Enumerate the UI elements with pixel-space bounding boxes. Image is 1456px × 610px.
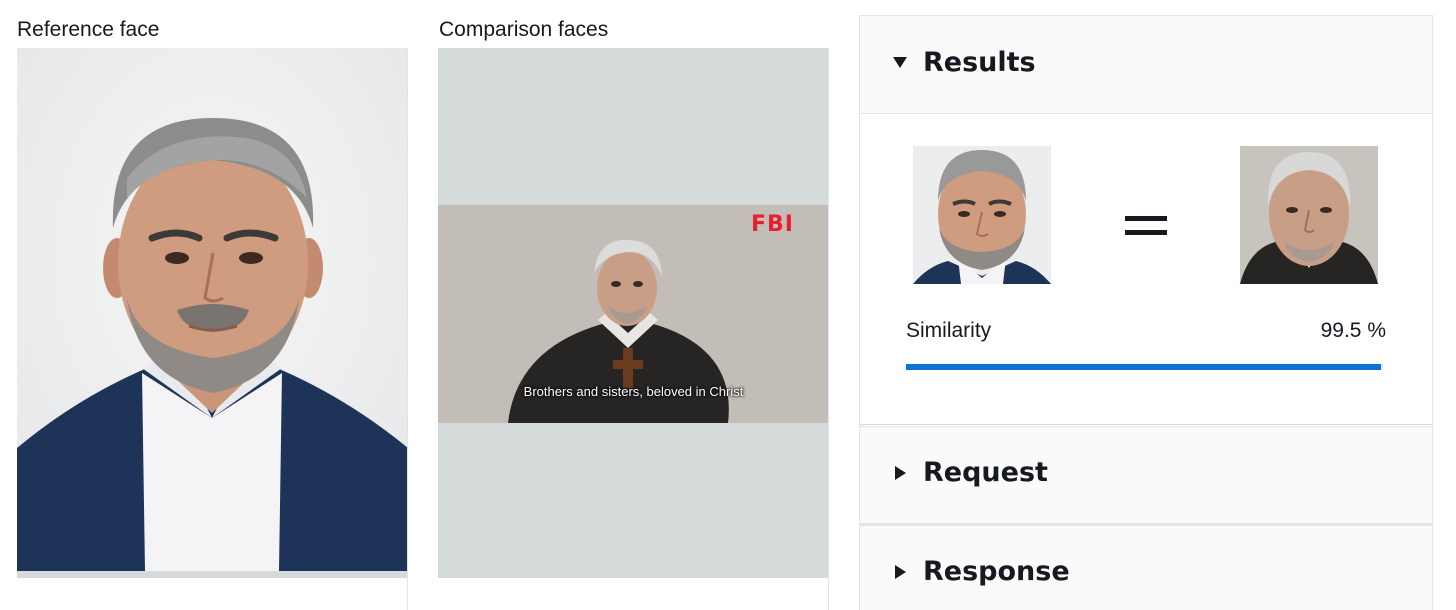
- caret-right-icon: [895, 565, 906, 579]
- reference-column-divider: [407, 48, 408, 610]
- results-panel: Results Similarity 99.5 % Request Respon…: [859, 15, 1433, 610]
- similarity-label: Similarity: [906, 319, 992, 342]
- results-title: Results: [923, 47, 1036, 78]
- video-subtitle: Brothers and sisters, beloved in Christ: [523, 384, 744, 399]
- equals-icon: [1125, 216, 1167, 238]
- request-title: Request: [923, 457, 1048, 488]
- caret-down-icon: [893, 57, 907, 68]
- comparison-image[interactable]: FBI Brothers and sisters, beloved in Chr…: [438, 48, 829, 578]
- results-section-header[interactable]: Results: [860, 16, 1432, 114]
- reference-face-thumbnail: [913, 146, 1051, 284]
- request-section-header[interactable]: Request: [860, 426, 1432, 524]
- video-logo: FBI: [751, 212, 794, 237]
- similarity-progress-fill: [906, 364, 1381, 370]
- comparison-column-divider: [828, 48, 829, 610]
- similarity-value: 99.5 %: [1320, 319, 1386, 342]
- reference-image[interactable]: [17, 48, 408, 578]
- results-content: Similarity 99.5 %: [860, 115, 1432, 425]
- reference-face-label: Reference face: [17, 18, 160, 41]
- response-section-header[interactable]: Response: [860, 524, 1432, 610]
- response-title: Response: [923, 556, 1070, 587]
- reference-portrait-photo: [17, 48, 408, 578]
- similarity-progress-bar: [906, 364, 1383, 370]
- caret-right-icon: [895, 466, 906, 480]
- comparison-faces-label: Comparison faces: [439, 18, 609, 41]
- comparison-video-frame: [438, 48, 829, 578]
- comparison-face-thumbnail: [1240, 146, 1378, 284]
